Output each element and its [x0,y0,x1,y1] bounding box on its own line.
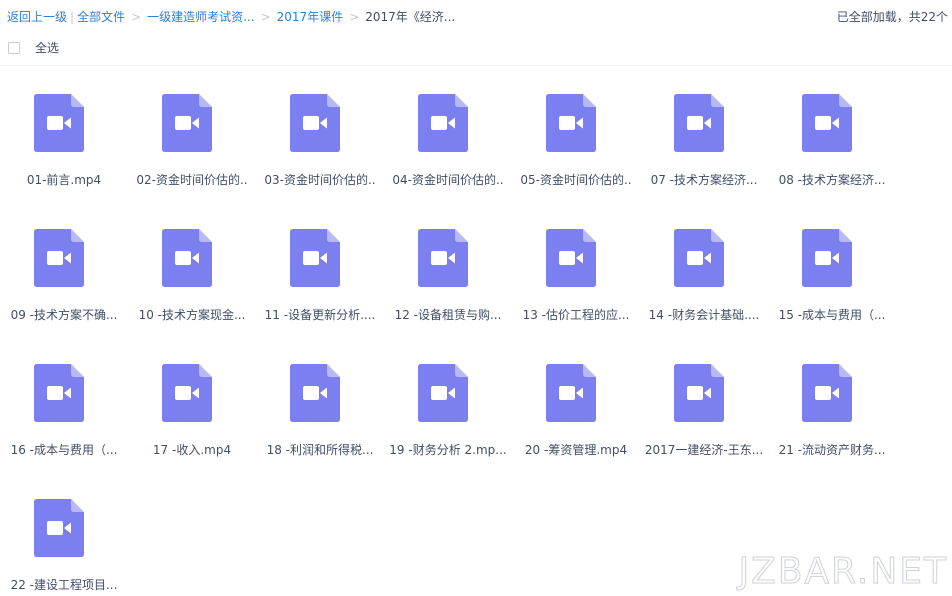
file-name: 02-资金时间价估的.. [136,173,248,187]
file-item[interactable]: 18 -利润和所得税... [256,336,384,471]
breadcrumb: 返回上一级 | 全部文件 > 一级建造师考试资... >2017年课件 >2017年《经济.… [7,10,456,24]
file-item[interactable]: 19 -财务分析 2.mp... [384,336,512,471]
file-item[interactable]: 16 -成本与费用（... [0,336,128,471]
file-name: 03-资金时间价估的.. [264,173,376,187]
file-name: 09 -技术方案不确... [10,308,118,322]
video-file-icon [546,229,596,287]
file-name: 2017一建经济-王东... [644,443,764,457]
video-file-icon [162,229,212,287]
file-item[interactable]: 14 -财务会计基础.... [640,201,768,336]
file-item[interactable]: 17 -收入.mp4 [128,336,256,471]
file-name: 22 -建设工程项目... [10,578,118,592]
video-file-icon [418,94,468,152]
file-name: 12 -设备租赁与购... [394,308,502,322]
video-file-icon [34,229,84,287]
file-item[interactable]: 20 -筹资管理.mp4 [512,336,640,471]
file-item[interactable]: 12 -设备租赁与购... [384,201,512,336]
file-name: 08 -技术方案经济... [778,173,886,187]
file-name: 01-前言.mp4 [26,173,102,187]
file-name: 20 -筹资管理.mp4 [524,443,628,457]
file-item[interactable]: 2017一建经济-王东... [640,336,768,471]
file-name: 04-资金时间价估的.. [392,173,504,187]
file-item[interactable]: 01-前言.mp4 [0,66,128,201]
video-file-icon [418,229,468,287]
video-file-icon [418,364,468,422]
video-file-icon [674,229,724,287]
video-file-icon [802,94,852,152]
file-name: 15 -成本与费用（... [778,308,886,322]
video-file-icon [290,229,340,287]
file-item[interactable]: 09 -技术方案不确... [0,201,128,336]
file-item[interactable]: 11 -设备更新分析.... [256,201,384,336]
video-file-icon [674,364,724,422]
select-bar: 全选 [0,34,952,66]
file-item[interactable]: 08 -技术方案经济... [768,66,896,201]
back-link[interactable]: 返回上一级 [7,10,67,24]
file-item[interactable]: 07 -技术方案经济... [640,66,768,201]
file-name: 11 -设备更新分析.... [264,308,376,322]
file-name: 19 -财务分析 2.mp... [389,443,507,457]
file-name: 07 -技术方案经济... [650,173,758,187]
breadcrumb-item-2017-courseware[interactable]: 2017年课件 [277,10,344,24]
file-name: 13 -估价工程的应... [522,308,630,322]
video-file-icon [674,94,724,152]
file-name: 17 -收入.mp4 [152,443,232,457]
file-item[interactable]: 15 -成本与费用（... [768,201,896,336]
top-bar: 返回上一级 | 全部文件 > 一级建造师考试资... >2017年课件 >2017年《经济.… [0,0,952,34]
select-all-checkbox[interactable] [8,42,20,54]
video-file-icon [802,229,852,287]
video-file-icon [162,364,212,422]
file-name: 16 -成本与费用（... [10,443,118,457]
video-file-icon [290,364,340,422]
watermark: JZBAR.NET [738,551,948,592]
video-file-icon [34,499,84,557]
file-item[interactable]: 05-资金时间价估的.. [512,66,640,201]
file-name: 14 -财务会计基础.... [648,308,760,322]
video-file-icon [34,364,84,422]
video-file-icon [34,94,84,152]
file-item[interactable]: 04-资金时间价估的.. [384,66,512,201]
file-name: 21 -流动资产财务... [778,443,886,457]
select-all-label[interactable]: 全选 [35,41,59,55]
video-file-icon [162,94,212,152]
file-item[interactable]: 13 -估价工程的应... [512,201,640,336]
load-status: 已全部加载，共22个 [836,10,948,24]
file-item[interactable]: 21 -流动资产财务... [768,336,896,471]
file-item[interactable]: 22 -建设工程项目... [0,471,128,596]
file-name: 05-资金时间价估的.. [520,173,632,187]
breadcrumb-item-exam-materials[interactable]: 一级建造师考试资... [147,10,254,24]
file-item[interactable]: 10 -技术方案现金... [128,201,256,336]
file-item[interactable]: 02-资金时间价估的.. [128,66,256,201]
video-file-icon [290,94,340,152]
file-item[interactable]: 03-资金时间价估的.. [256,66,384,201]
video-file-icon [546,94,596,152]
breadcrumb-current: 2017年《经济... [365,10,456,24]
file-name: 10 -技术方案现金... [138,308,246,322]
video-file-icon [802,364,852,422]
video-file-icon [546,364,596,422]
file-name: 18 -利润和所得税... [266,443,374,457]
breadcrumb-item-all-files[interactable]: 全部文件 [77,10,125,24]
